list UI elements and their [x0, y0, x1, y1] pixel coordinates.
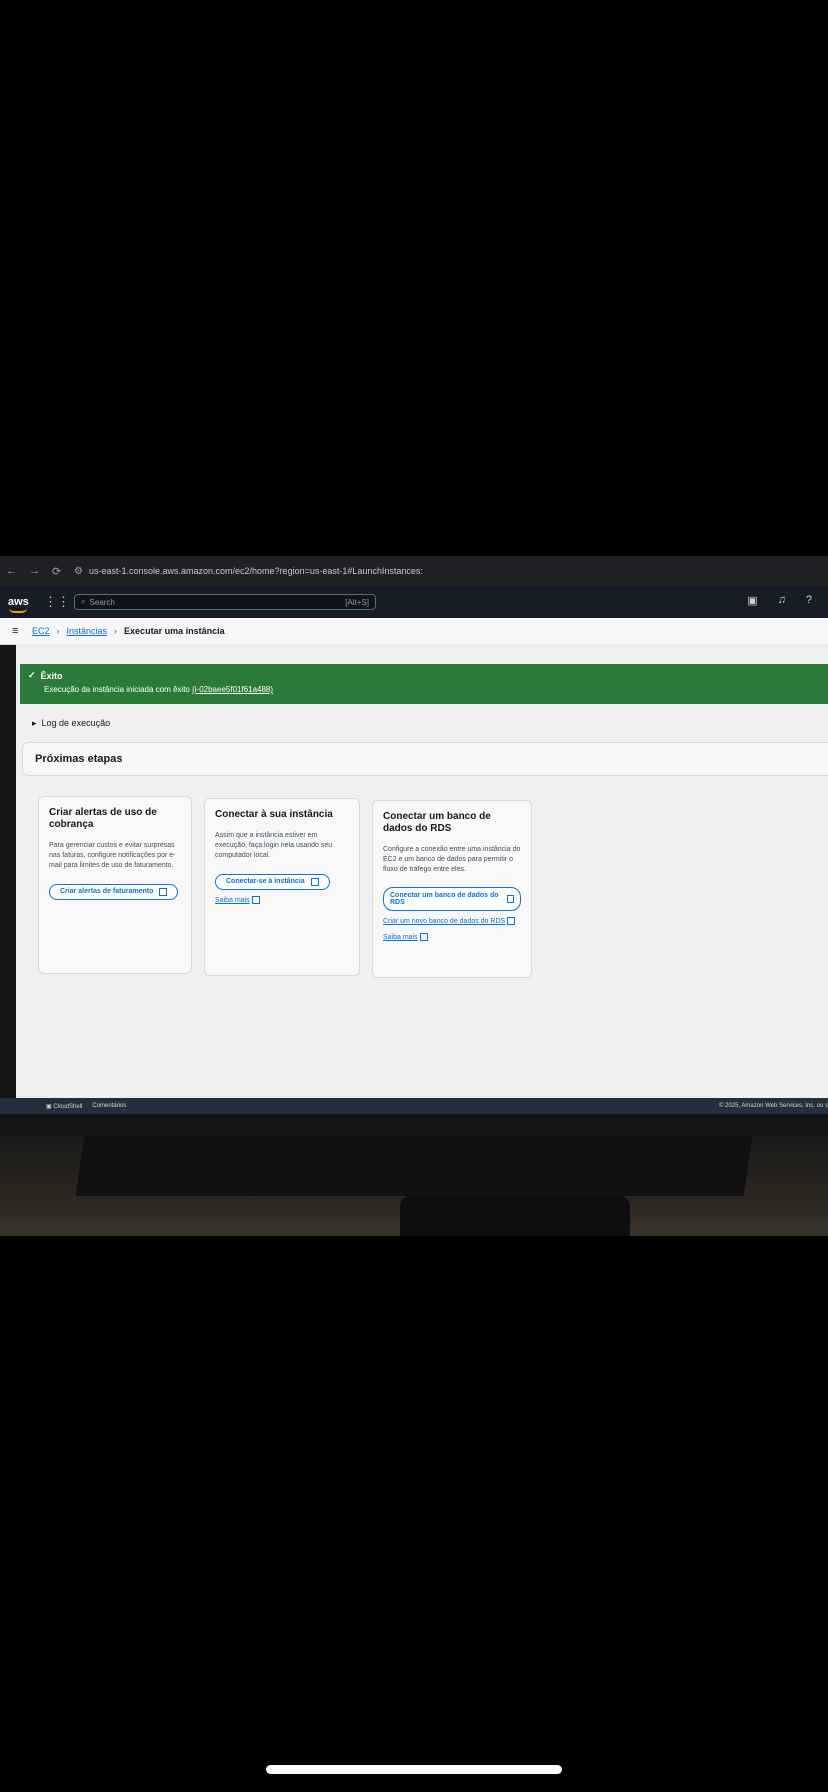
monitor-screen: ← → ⟳ ⚙ us-east-1.console.aws.amazon.com…	[0, 556, 828, 1136]
flash-message: Execução da instância iniciada com êxito…	[44, 685, 828, 694]
card-body: Para gerenciar custos e evitar surpresas…	[49, 842, 176, 869]
caret-right-icon: ▸	[32, 718, 37, 728]
cloudshell-icon[interactable]: ▣	[747, 594, 757, 607]
next-steps-header: Próximas etapas	[22, 742, 828, 776]
chevron-right-icon: ›	[114, 626, 118, 636]
main-content: ✓ Êxito Execução da instância iniciada c…	[16, 644, 828, 1098]
flash-title: Êxito	[40, 670, 63, 681]
card-billing-alerts: Criar alertas de uso de cobrança Para ge…	[38, 796, 192, 974]
reload-icon[interactable]: ⟳	[52, 565, 61, 578]
external-link-icon	[507, 917, 516, 926]
browser-toolbar: ← → ⟳ ⚙ us-east-1.console.aws.amazon.com…	[0, 556, 828, 586]
link-label: Criar um novo banco de dados do RDS	[383, 918, 506, 925]
breadcrumb-instancias[interactable]: Instâncias	[67, 626, 108, 636]
browser-nav: ← → ⟳	[0, 565, 74, 578]
cloudshell-footer-button[interactable]: ▣ CloudShell	[46, 1103, 82, 1110]
execution-log-label: Log de execução	[41, 718, 111, 728]
card-body: Configure a conexão entre uma instância …	[383, 846, 521, 873]
search-placeholder: Search	[89, 597, 115, 607]
success-flash: ✓ Êxito Execução da instância iniciada c…	[20, 664, 828, 704]
breadcrumb-ec2[interactable]: EC2	[32, 626, 50, 636]
search-shortcut: [Alt+S]	[345, 597, 369, 607]
monitor-stand	[0, 1136, 828, 1236]
feedback-link[interactable]: Comentários	[92, 1103, 126, 1109]
card-connect-rds: Conectar um banco de dados do RDS Config…	[372, 800, 532, 978]
card-body: Assim que a instância estiver em execuçã…	[215, 832, 333, 859]
card-title: Conectar à sua instância	[215, 809, 333, 820]
chevron-right-icon: ›	[56, 626, 60, 636]
back-icon[interactable]: ←	[6, 565, 17, 578]
search-input[interactable]: ⌕ Search [Alt+S]	[74, 594, 376, 610]
breadcrumb-current: Executar uma instância	[124, 626, 225, 636]
url-text: us-east-1.console.aws.amazon.com/ec2/hom…	[88, 566, 423, 576]
breadcrumb: ≡ EC2 › Instâncias › Executar uma instân…	[0, 618, 828, 645]
external-link-icon	[506, 895, 514, 903]
apps-grid-icon[interactable]: ⋮⋮	[44, 594, 70, 610]
console-footer: ▣ CloudShell Comentários © 2025, Amazon …	[0, 1098, 828, 1114]
card-title: Conectar um banco de dados do RDS	[383, 811, 491, 834]
next-steps-title: Próximas etapas	[35, 753, 123, 765]
help-icon[interactable]: ?	[806, 594, 812, 607]
address-bar[interactable]: ⚙ us-east-1.console.aws.amazon.com/ec2/h…	[74, 566, 423, 577]
copyright-text: © 2025, Amazon Web Services, Inc. ou s	[718, 1103, 828, 1109]
aws-logo[interactable]: aws	[8, 596, 34, 613]
site-settings-icon[interactable]: ⚙	[74, 566, 83, 577]
button-label: Conectar um banco de dados do RDS	[390, 892, 499, 906]
menu-icon[interactable]: ≡	[12, 625, 32, 637]
flash-message-text: Execução da instância iniciada com êxito	[44, 685, 193, 694]
external-link-icon	[159, 887, 168, 896]
card-title: Criar alertas de uso de cobrança	[49, 807, 157, 830]
stand-neck	[75, 1136, 753, 1196]
forward-icon[interactable]: →	[29, 565, 40, 578]
card-connect-instance: Conectar à sua instância Assim que a ins…	[204, 798, 360, 976]
cloudshell-label: CloudShell	[53, 1103, 83, 1110]
learn-more-link[interactable]: Saiba mais	[383, 933, 521, 943]
button-label: Criar alertas de faturamento	[60, 888, 154, 895]
external-link-icon	[310, 877, 319, 886]
connect-instance-button[interactable]: Conectar-se à instância	[215, 873, 330, 890]
home-indicator[interactable]	[266, 1765, 562, 1774]
create-billing-alerts-button[interactable]: Criar alertas de faturamento	[49, 883, 179, 900]
link-label: Saiba mais	[383, 934, 418, 941]
search-icon: ⌕	[81, 597, 86, 606]
external-link-icon	[419, 933, 428, 942]
stand-base	[400, 1196, 630, 1236]
link-label: Saiba mais	[215, 896, 250, 904]
instance-id-link[interactable]: (i-02baee5f01f61a488)	[192, 685, 273, 694]
bell-icon[interactable]: ♫	[778, 594, 786, 607]
check-circle-icon: ✓	[28, 670, 36, 680]
create-rds-link[interactable]: Criar um novo banco de dados do RDS	[383, 917, 521, 927]
connect-rds-button[interactable]: Conectar um banco de dados do RDS	[383, 887, 521, 911]
button-label: Conectar-se à instância	[226, 878, 305, 885]
learn-more-link[interactable]: Saiba mais	[215, 895, 349, 906]
execution-log-toggle[interactable]: ▸ Log de execução	[32, 718, 110, 729]
aws-top-nav: aws ⋮⋮ ⌕ Search [Alt+S] ▣ ♫ ?	[0, 586, 828, 618]
external-link-icon	[251, 895, 260, 904]
top-nav-icons: ▣ ♫ ?	[747, 594, 812, 607]
